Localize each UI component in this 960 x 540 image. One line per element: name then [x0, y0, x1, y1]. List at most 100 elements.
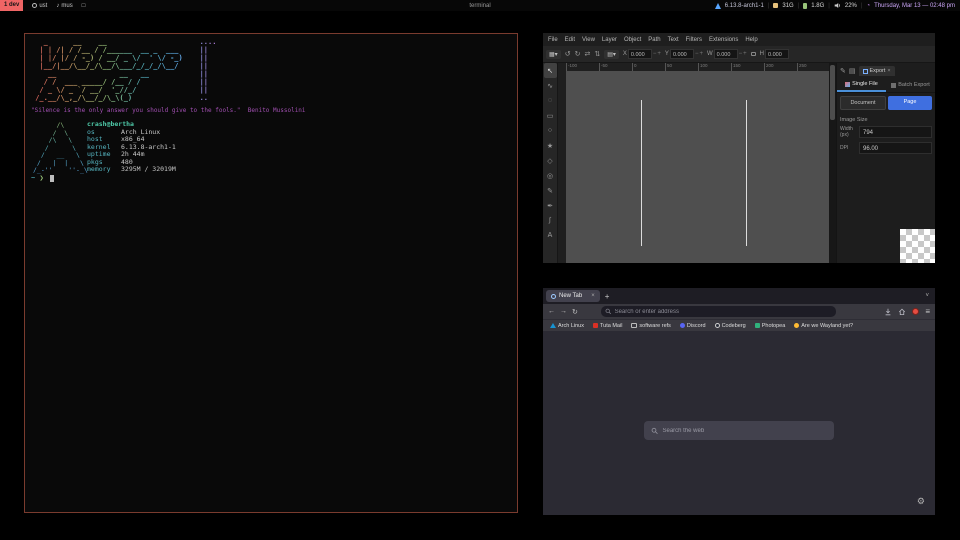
menu-edit[interactable]: Edit — [565, 37, 575, 43]
pencil-tool-icon[interactable]: ✎ — [544, 183, 557, 198]
ellipse-tool-icon[interactable]: ○ — [544, 123, 557, 138]
minus-button[interactable]: − — [653, 51, 657, 57]
discord-favicon — [680, 323, 685, 328]
h-field[interactable]: H 0.000 — [760, 49, 789, 59]
bookmark-codeberg[interactable]: Codeberg — [715, 323, 746, 329]
rectangle-tool-icon[interactable]: ▭ — [544, 108, 557, 123]
workspace-indicator-ust[interactable]: ust — [32, 3, 47, 9]
box3d-tool-icon[interactable]: ◇ — [544, 153, 557, 168]
page-button[interactable]: Page — [888, 96, 932, 110]
personalize-gear-icon[interactable]: ⚙ — [917, 496, 925, 507]
workspace-indicator-active[interactable]: 1 dev — [0, 0, 23, 11]
minus-button[interactable]: − — [739, 51, 743, 57]
new-tab-button[interactable]: + — [605, 292, 610, 301]
separator: | — [828, 3, 830, 9]
close-panel-icon[interactable]: × — [887, 68, 890, 74]
newtab-search-bar[interactable] — [644, 421, 834, 440]
x-value[interactable]: 0.000 — [628, 49, 652, 59]
selector-mode-dropdown[interactable]: ▦▾ — [546, 50, 561, 59]
workspace-indicator-mus[interactable]: ♪ mus — [56, 3, 72, 9]
plus-button[interactable]: + — [699, 51, 703, 57]
star-tool-icon[interactable]: ★ — [544, 138, 557, 153]
h-value[interactable]: 0.000 — [765, 49, 789, 59]
tab-batch-export[interactable]: Batch Export — [886, 78, 935, 92]
arch-ascii-logo: /\ / \ /\ \ / \ / __ \ / | | \ /_-'' ''-… — [33, 122, 88, 175]
bookmark-tuta-mail[interactable]: Tuta Mail — [593, 323, 622, 329]
memory-icon — [803, 3, 807, 9]
menu-icon[interactable]: ≡ — [925, 307, 930, 316]
firefox-window[interactable]: New Tab × + ˅ ← → ↻ ≡ Arch Linux Tuta Ma… — [543, 288, 935, 515]
extension-red-icon[interactable] — [912, 308, 919, 315]
shape-builder-tool-icon[interactable]: ◌ — [544, 93, 557, 108]
menu-view[interactable]: View — [582, 37, 595, 43]
h-label: H — [760, 51, 764, 57]
download-icon[interactable] — [884, 308, 892, 316]
bookmark-folder-software-refs[interactable]: software refs — [631, 323, 670, 329]
y-field[interactable]: Y 0.000 − + — [665, 49, 703, 59]
y-value[interactable]: 0.000 — [670, 49, 694, 59]
forward-button[interactable]: → — [560, 308, 567, 315]
active-tab[interactable]: New Tab × — [546, 290, 600, 302]
canvas-vertical-scrollbar[interactable] — [829, 63, 836, 263]
menu-text[interactable]: Text — [668, 37, 679, 43]
pen-tool-icon[interactable]: ✒ — [544, 198, 557, 213]
flip-horizontal-icon[interactable]: ⇄ — [584, 50, 590, 58]
scrollbar-thumb[interactable] — [830, 65, 835, 120]
inkscape-window[interactable]: File Edit View Layer Object Path Text Fi… — [543, 33, 935, 263]
list-tabs-chevron-icon[interactable]: ˅ — [925, 293, 929, 299]
menu-help[interactable]: Help — [745, 37, 757, 43]
rotate-cw-icon[interactable]: ↻ — [575, 50, 581, 58]
export-tab[interactable]: Export × — [859, 66, 895, 76]
layers-icon[interactable]: ▤ — [849, 67, 856, 75]
welcome-ascii-art: _ __ __ .... | | /| / /__ / /______ __ _… — [31, 38, 216, 102]
document-button[interactable]: Document — [840, 96, 886, 110]
disk-usage: 31G — [782, 3, 793, 9]
bookmark-discord[interactable]: Discord — [680, 323, 706, 329]
workspace-label: mus — [61, 3, 72, 9]
node-editor-tool-icon[interactable]: ∿ — [544, 78, 557, 93]
w-field[interactable]: W 0.000 − + — [707, 49, 747, 59]
align-dropdown[interactable]: ▤▾ — [604, 50, 619, 59]
app-circle-icon — [32, 3, 37, 8]
single-file-label: Single File — [852, 81, 878, 87]
close-tab-icon[interactable]: × — [591, 293, 595, 299]
width-input[interactable]: 794 — [859, 126, 932, 138]
menu-path[interactable]: Path — [648, 37, 660, 43]
x-field[interactable]: X 0.000 − + — [623, 49, 661, 59]
bookmark-photopea[interactable]: Photopea — [755, 323, 786, 329]
menu-object[interactable]: Object — [624, 37, 641, 43]
tab-single-file[interactable]: Single File — [837, 78, 886, 92]
shell-prompt[interactable]: ~ ❯ — [31, 174, 54, 182]
minus-button[interactable]: − — [695, 51, 699, 57]
plus-button[interactable]: + — [743, 51, 747, 57]
menu-layer[interactable]: Layer — [602, 37, 617, 43]
export-scope-buttons: Document Page — [837, 93, 935, 113]
text-tool-icon[interactable]: A — [544, 228, 557, 243]
menu-extensions[interactable]: Extensions — [709, 37, 738, 43]
w-value[interactable]: 0.000 — [714, 49, 738, 59]
reload-button[interactable]: ↻ — [572, 308, 578, 316]
bookmark-arch-linux[interactable]: Arch Linux — [550, 323, 584, 329]
plus-button[interactable]: + — [657, 51, 661, 57]
address-input[interactable] — [615, 309, 832, 315]
spiral-tool-icon[interactable]: ◎ — [544, 168, 557, 183]
workspace-indicator-empty[interactable]: □ — [82, 3, 86, 9]
menu-filters[interactable]: Filters — [686, 37, 702, 43]
dpi-input[interactable]: 96.00 — [859, 142, 932, 154]
bookmark-label: Discord — [687, 323, 706, 329]
newtab-search-input[interactable] — [662, 428, 827, 434]
home-icon[interactable] — [898, 308, 906, 316]
rotate-ccw-icon[interactable]: ↺ — [565, 50, 571, 58]
flip-vertical-icon[interactable]: ⇅ — [594, 50, 600, 58]
terminal-window[interactable]: _ __ __ .... | | /| / /__ / /______ __ _… — [24, 33, 518, 513]
wayland-favicon — [794, 323, 799, 328]
address-bar[interactable] — [601, 306, 836, 317]
edit-icon[interactable]: ✎ — [840, 67, 846, 75]
bookmark-are-we-wayland-yet[interactable]: Are we Wayland yet? — [794, 323, 853, 329]
lock-icon[interactable] — [751, 52, 756, 56]
selector-tool-icon[interactable]: ↖ — [544, 63, 557, 78]
back-button[interactable]: ← — [548, 308, 555, 315]
calligraphy-tool-icon[interactable]: ∫ — [544, 213, 557, 228]
menu-file[interactable]: File — [548, 37, 558, 43]
canvas[interactable] — [566, 71, 829, 263]
